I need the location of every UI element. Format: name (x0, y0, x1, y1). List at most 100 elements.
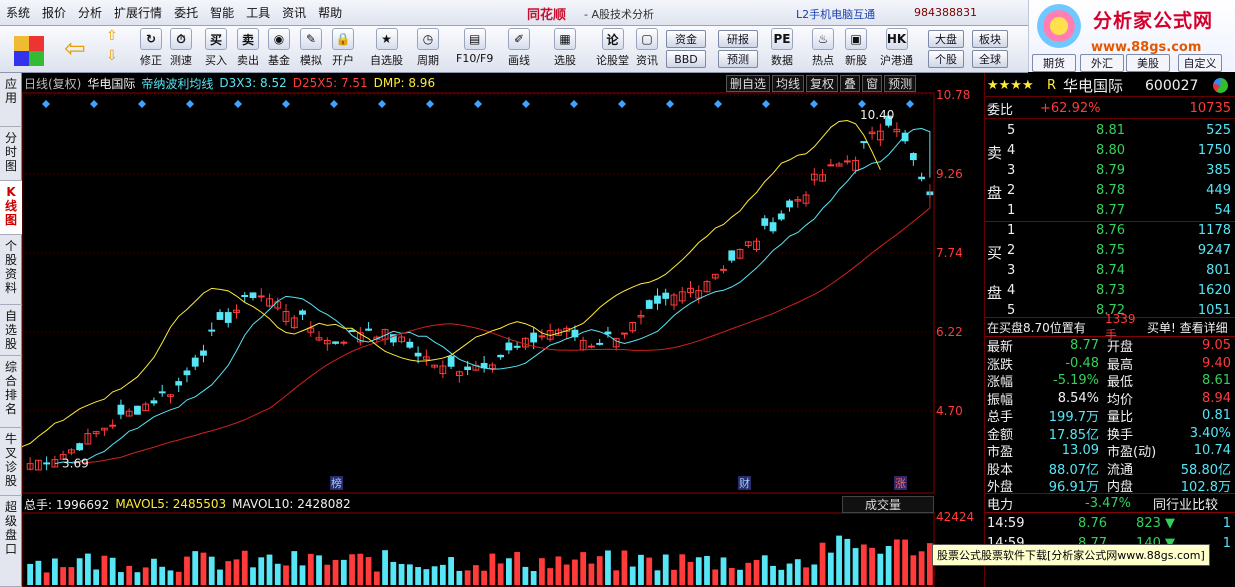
toolbar-button[interactable]: 全球 (972, 50, 1008, 68)
toolbar-item[interactable]: 买买入 (205, 28, 227, 68)
buy-note-row[interactable]: 在买盘8.70位置有 1339手 买单! 查看详细 (985, 312, 1235, 342)
volume-bar (836, 535, 842, 585)
menu-item[interactable]: 分析 (72, 4, 108, 21)
left-tab[interactable]: 牛叉诊股 (0, 428, 22, 496)
toolbar-item[interactable]: ✐ 画线 (508, 28, 530, 68)
toolbar-icon: PE (771, 28, 793, 50)
industry-row[interactable]: 电力 -3.47% 同行业比较 (985, 493, 1235, 513)
toolbar-item[interactable]: 卖卖出 (237, 28, 259, 68)
toolbar-button[interactable]: BBD (666, 50, 706, 68)
left-tab[interactable]: 个股资料 (0, 235, 22, 305)
left-tab[interactable]: 应用 (0, 73, 22, 127)
up-arrow-icon[interactable]: ⇧ (106, 28, 118, 44)
buy-row[interactable]: 3 8.74 801 (985, 260, 1235, 280)
tick-row: 14:59 8.76 823 ▼ 1 (985, 513, 1235, 533)
volume-bar (431, 566, 438, 585)
sell-row[interactable]: 1 8.77 54 (985, 200, 1235, 220)
menu-item[interactable]: 帮助 (312, 4, 348, 21)
volume-bar (819, 542, 826, 585)
kline-chart-area[interactable]: 日线(复权) 华电国际 帝纳波利均线 D3X3: 8.52 D25X5: 7.5… (22, 73, 984, 587)
volume-bar (497, 563, 504, 585)
left-tab[interactable]: 自选股 (0, 305, 22, 356)
volume-bar (786, 563, 793, 585)
event-diamond-icon (666, 100, 674, 108)
toolbar-item[interactable]: ↻ 修正 (140, 28, 162, 68)
menu-item[interactable]: 智能 (204, 4, 240, 21)
toolbar-item[interactable]: ♨ 热点 (812, 28, 834, 68)
menu-item[interactable]: 资讯 (276, 4, 312, 21)
volume-bar (390, 561, 397, 585)
left-tab[interactable]: K线图 (0, 181, 22, 235)
toolbar-button[interactable]: 板块 (972, 30, 1008, 48)
sell-price: 8.81 (1096, 122, 1125, 138)
grid-app-icon[interactable] (14, 36, 44, 66)
toolbar-icon: HK (885, 28, 908, 50)
left-tab-char: 线 (4, 199, 17, 213)
toolbar-item[interactable]: ▤ F10/F9 (456, 28, 493, 65)
toolbar-item[interactable]: ▣ 新股 (845, 28, 867, 68)
volume-bar (489, 553, 496, 585)
stat-label: 振幅 (987, 392, 1014, 408)
toolbar-button[interactable]: 研报 (718, 30, 758, 48)
pie-icon[interactable] (1213, 78, 1228, 93)
volume-bar (695, 557, 702, 585)
down-arrow-icon[interactable]: ⇩ (106, 48, 118, 64)
toolbar-item[interactable]: HK 沪港通 (880, 28, 913, 68)
toolbar-item[interactable]: 🔒 开户 (332, 28, 354, 68)
candle-body (249, 292, 257, 299)
menu-item[interactable]: 报价 (36, 4, 72, 21)
toolbar-button[interactable]: 外汇 (1080, 54, 1124, 72)
toolbar-button[interactable]: 个股 (928, 50, 964, 68)
volume-select-label: 成交量 (865, 498, 902, 512)
sell-row[interactable]: 5 8.81 525 (985, 120, 1235, 140)
buy-row[interactable]: 1 8.76 1178 (985, 220, 1235, 240)
sell-row[interactable]: 2 8.78 449 (985, 180, 1235, 200)
candle-body (654, 295, 661, 304)
event-diamond-icon (378, 100, 386, 108)
toolbar-item[interactable]: PE 数据 (771, 28, 793, 68)
toolbar-item[interactable]: ★ 自选股 (370, 28, 403, 68)
toolbar-button[interactable]: 预测 (718, 50, 758, 68)
buy-row[interactable]: 2 8.75 9247 (985, 240, 1235, 260)
sell-row[interactable]: 3 8.79 385 (985, 160, 1235, 180)
menu-item[interactable]: 委托 (168, 4, 204, 21)
event-diamond-icon (522, 100, 530, 108)
event-marker: 涨 (895, 477, 906, 490)
toolbar-item[interactable]: ◷ 周期 (417, 28, 439, 68)
volume-select[interactable]: 成交量 (842, 496, 934, 513)
toolbar-icon: ♨ (812, 28, 834, 50)
left-tab[interactable]: 超级盘口 (0, 496, 22, 587)
toolbar-icon: ◷ (417, 28, 439, 50)
sell-price: 8.78 (1096, 182, 1125, 198)
toolbar-button[interactable]: 美股 (1126, 54, 1170, 72)
l2-link[interactable]: L2手机电脑互通 (796, 6, 875, 22)
volume-bar (217, 569, 223, 585)
toolbar-button[interactable]: 期货 (1032, 54, 1076, 72)
back-arrow-icon[interactable]: ⇦ (64, 34, 86, 64)
menu-item[interactable]: 系统 (0, 4, 36, 21)
volume-bar (316, 555, 322, 585)
candle-body (645, 300, 653, 309)
left-tab[interactable]: 综合排名 (0, 356, 22, 428)
buy-row[interactable]: 4 8.73 1620 (985, 280, 1235, 300)
volume-bar (373, 571, 380, 585)
candle-body (150, 400, 158, 404)
toolbar-item[interactable]: ⏱ 测速 (170, 28, 192, 68)
toolbar-item[interactable]: ◉ 基金 (268, 28, 290, 68)
toolbar-item[interactable]: ✎ 模拟 (300, 28, 322, 68)
toolbar-button[interactable]: 大盘 (928, 30, 964, 48)
left-tab-char: 级 (4, 514, 17, 528)
toolbar-item[interactable]: 论论股堂 (596, 28, 629, 68)
menu-item[interactable]: 扩展行情 (108, 4, 168, 21)
toolbar-label: 数据 (771, 54, 793, 67)
menu-item[interactable]: 工具 (240, 4, 276, 21)
toolbar-item[interactable]: ▦ 选股 (554, 28, 576, 68)
volume-bar (382, 550, 388, 585)
toolbar-button[interactable]: 自定义 (1178, 54, 1222, 72)
toolbar-item[interactable]: ▢ 资讯 (636, 28, 658, 68)
toolbar-label: 基金 (268, 54, 290, 67)
sell-row[interactable]: 4 8.80 1750 (985, 140, 1235, 160)
left-tab[interactable]: 分时图 (0, 127, 22, 181)
toolbar-button[interactable]: 资金 (666, 30, 706, 48)
level: 2 (1007, 182, 1016, 198)
